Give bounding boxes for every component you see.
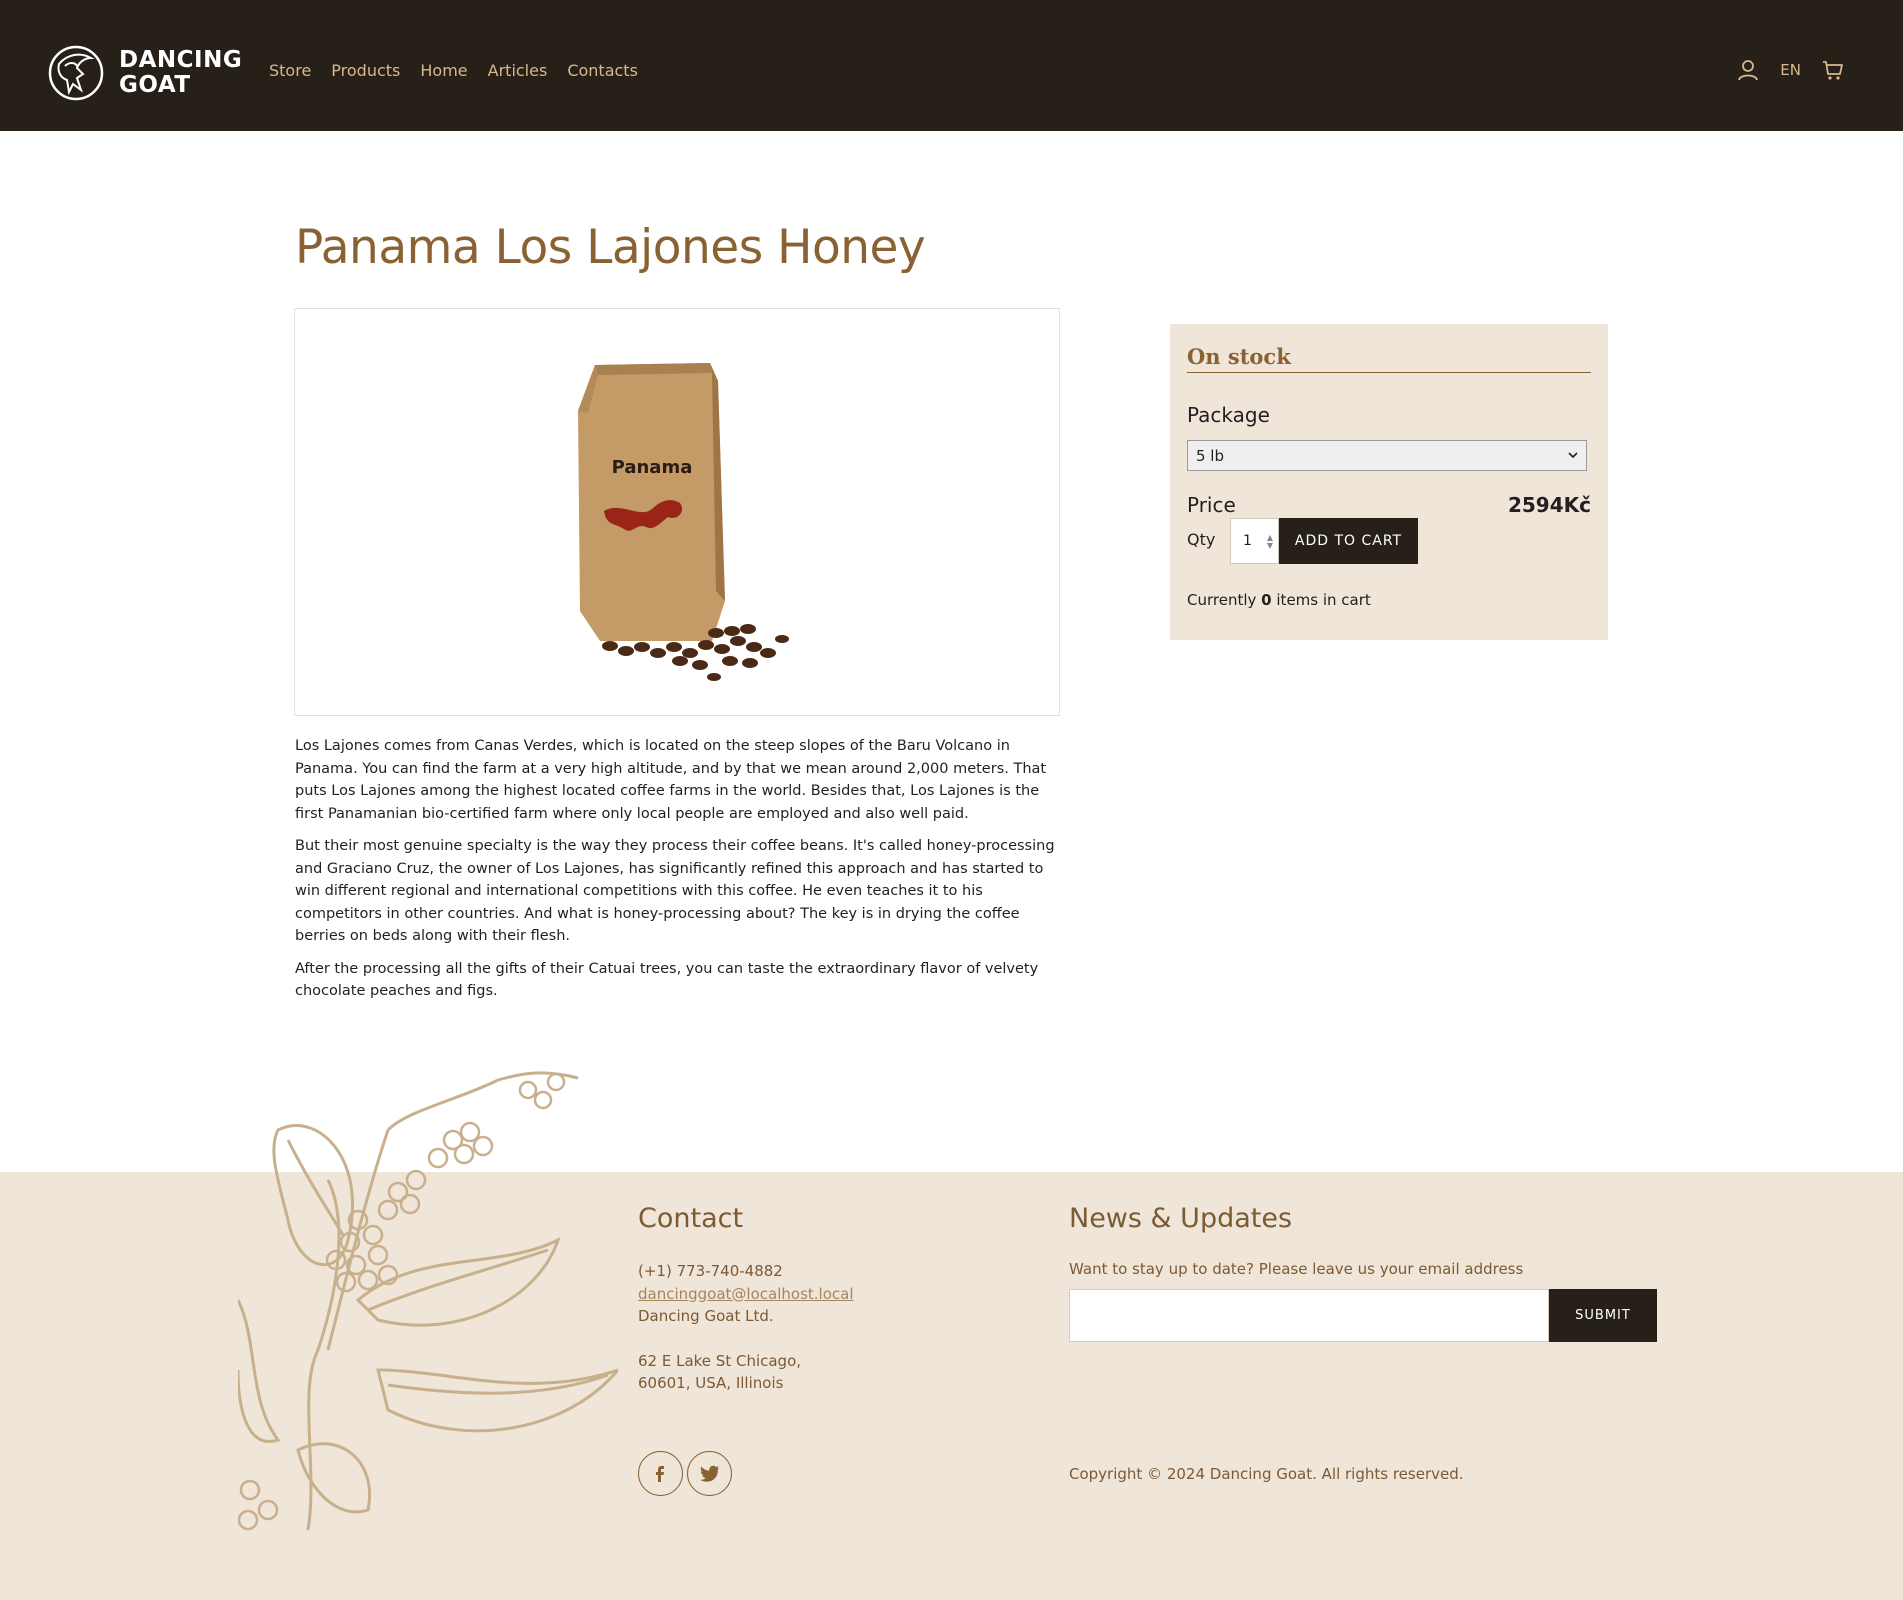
- package-select[interactable]: 5 lb: [1187, 440, 1587, 471]
- logo-text: DANCING GOAT: [119, 48, 242, 98]
- product-image: Panama: [294, 308, 1060, 716]
- contact-heading: Contact: [638, 1203, 744, 1234]
- nav-home[interactable]: Home: [420, 61, 467, 80]
- buy-box: On stock Package 5 lb Price 2594Kč Qty 1…: [1170, 324, 1608, 640]
- qty-row: Qty 1 ▲ ▼ ADD TO CART: [1187, 518, 1591, 568]
- goat-logo-icon: [48, 45, 104, 101]
- header-actions: EN: [1736, 58, 1845, 82]
- description-paragraph: But their most genuine specialty is the …: [295, 838, 1055, 944]
- cart-count: 0: [1261, 591, 1272, 609]
- page-title: Panama Los Lajones Honey: [295, 220, 926, 275]
- cart-status: Currently 0 items in cart: [1187, 591, 1591, 609]
- chevron-down-icon: [1568, 452, 1578, 459]
- price-value: 2594Kč: [1507, 493, 1591, 517]
- facebook-icon: [655, 1465, 664, 1482]
- contact-details: (+1) 773-740-4882 dancinggoat@localhost.…: [638, 1260, 998, 1395]
- cart-icon[interactable]: [1821, 58, 1845, 82]
- cart-status-prefix: Currently: [1187, 591, 1257, 609]
- nav-store[interactable]: Store: [269, 61, 311, 80]
- quantity-stepper[interactable]: 1 ▲ ▼: [1230, 518, 1279, 564]
- spinner-arrows-icon[interactable]: ▲ ▼: [1267, 534, 1273, 550]
- logo-line-1: DANCING: [119, 47, 243, 73]
- submit-button[interactable]: SUBMIT: [1549, 1289, 1657, 1342]
- nav-products[interactable]: Products: [331, 61, 400, 80]
- nav-contacts[interactable]: Contacts: [567, 61, 638, 80]
- contact-email-link[interactable]: dancinggoat@localhost.local: [638, 1285, 854, 1303]
- coffee-bag-image: Panama: [578, 363, 789, 681]
- copyright: Copyright © 2024 Dancing Goat. All right…: [1069, 1465, 1464, 1483]
- site-header: DANCING GOAT Store Products Home Article…: [0, 0, 1903, 131]
- news-description: Want to stay up to date? Please leave us…: [1069, 1260, 1524, 1278]
- news-heading: News & Updates: [1069, 1203, 1293, 1234]
- footer-contact: Contact (+1) 773-740-4882 dancinggoat@lo…: [638, 1203, 998, 1395]
- language-switch[interactable]: EN: [1780, 61, 1801, 79]
- package-selected-value: 5 lb: [1196, 446, 1225, 465]
- facebook-button[interactable]: [638, 1451, 683, 1496]
- contact-company: Dancing Goat Ltd.: [638, 1307, 774, 1325]
- twitter-button[interactable]: [687, 1451, 732, 1496]
- main-nav: Store Products Home Articles Contacts: [269, 61, 658, 80]
- contact-address-line-1: 62 E Lake St Chicago,: [638, 1351, 802, 1370]
- newsletter-form: SUBMIT: [1069, 1289, 1657, 1342]
- nav-articles[interactable]: Articles: [488, 61, 548, 80]
- coffee-branch-decoration: [238, 1071, 618, 1531]
- logo[interactable]: DANCING GOAT: [47, 44, 242, 102]
- qty-label: Qty: [1187, 530, 1216, 549]
- qty-value: 1: [1243, 533, 1252, 549]
- email-field[interactable]: [1069, 1289, 1549, 1342]
- description-paragraph: Los Lajones comes from Canas Verdes, whi…: [295, 738, 1047, 822]
- contact-address-line-2: 60601, USA, Illinois: [638, 1374, 784, 1392]
- social-links: [638, 1451, 736, 1496]
- twitter-icon: [699, 1465, 719, 1482]
- stock-status: On stock: [1187, 344, 1591, 373]
- cart-status-suffix: items in cart: [1276, 591, 1371, 609]
- user-icon[interactable]: [1736, 58, 1760, 82]
- package-label: Package: [1187, 403, 1270, 427]
- product-description: Los Lajones comes from Canas Verdes, whi…: [295, 735, 1065, 1013]
- description-paragraph: After the processing all the gifts of th…: [295, 960, 1039, 1000]
- price-row: Price 2594Kč: [1187, 493, 1591, 517]
- bag-label: Panama: [612, 457, 693, 478]
- price-label: Price: [1187, 493, 1236, 517]
- logo-line-2: GOAT: [119, 72, 191, 98]
- footer-news: News & Updates Want to stay up to date? …: [1069, 1203, 1669, 1278]
- add-to-cart-button[interactable]: ADD TO CART: [1279, 518, 1418, 564]
- contact-phone[interactable]: (+1) 773-740-4882: [638, 1260, 998, 1283]
